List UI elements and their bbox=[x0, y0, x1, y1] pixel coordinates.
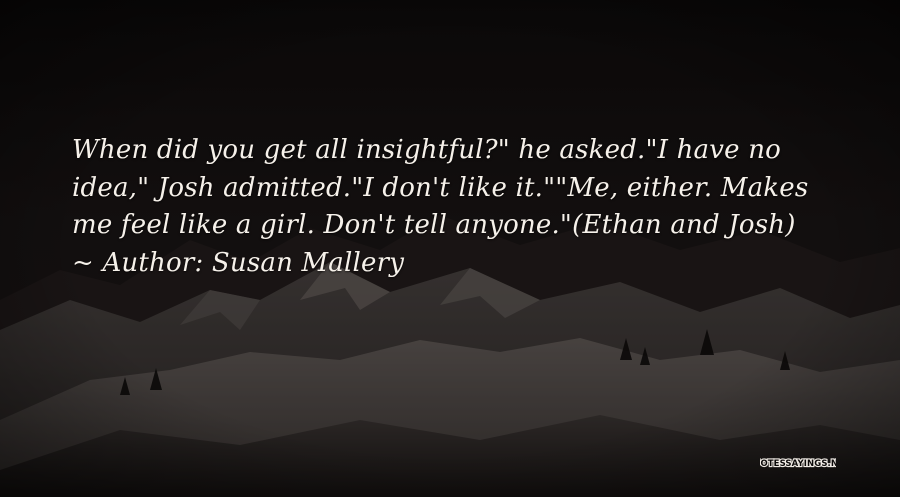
author-prefix: ~ Author: bbox=[72, 247, 212, 278]
quote-block: When did you get all insightful?" he ask… bbox=[72, 132, 852, 282]
site-watermark: QUOTESSAYINGS.NET bbox=[760, 458, 836, 470]
author-name: Susan Mallery bbox=[211, 247, 405, 278]
watermark-text: QUOTESSAYINGS.NET bbox=[760, 459, 836, 469]
quote-text: When did you get all insightful?" he ask… bbox=[72, 135, 809, 240]
author-line: ~ Author: Susan Mallery bbox=[72, 245, 852, 283]
